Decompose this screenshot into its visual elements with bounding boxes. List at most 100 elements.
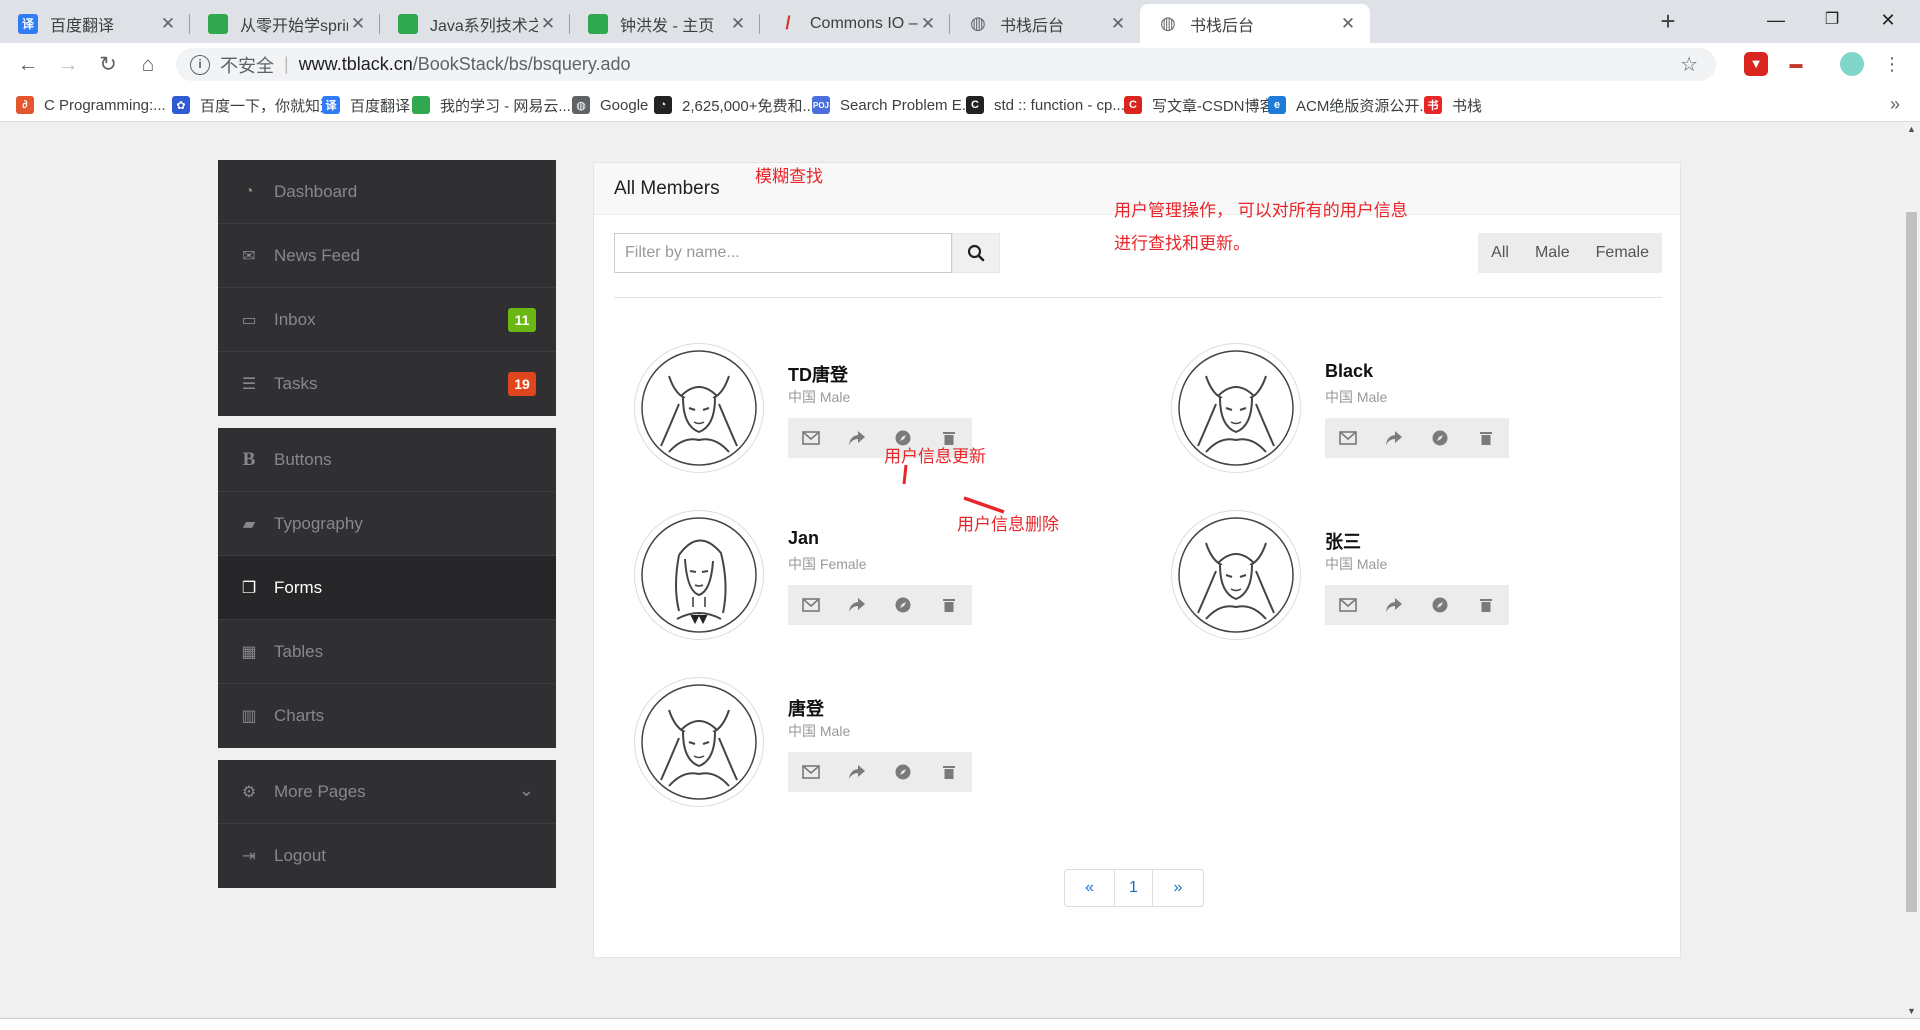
email-button[interactable] [788, 752, 834, 792]
home-icon[interactable]: ⌂ [132, 49, 164, 81]
share-button[interactable] [834, 752, 880, 792]
member-name[interactable]: 张三 [1325, 528, 1361, 554]
share-button[interactable] [1371, 418, 1417, 458]
browser-tab[interactable]: 钟洪发 - 主页 ✕ [570, 4, 760, 43]
page-1-button[interactable]: 1 [1115, 870, 1153, 906]
browser-tab[interactable]: Java系列技术之JavaWeb✕ [380, 4, 570, 43]
email-button[interactable] [788, 418, 834, 458]
bookmark-star-icon[interactable]: ☆ [1680, 52, 1698, 77]
scroll-down-icon[interactable]: ▼ [1903, 1006, 1920, 1016]
bookmark-item[interactable]: ✿ 百度一下，你就知道 [172, 94, 335, 116]
bookmark-item[interactable]: ◔ 2,625,000+免费和... [654, 94, 815, 116]
prev-page-button[interactable]: « [1065, 870, 1115, 906]
tank-extension-icon[interactable]: ▬ [1784, 52, 1808, 76]
close-window-button[interactable]: ✕ [1864, 0, 1912, 40]
sidebar-item-logout[interactable]: ⇥ Logout [218, 824, 556, 888]
delete-button[interactable] [1463, 418, 1509, 458]
reload-icon[interactable]: ↻ [92, 49, 124, 81]
delete-button[interactable] [926, 585, 972, 625]
update-button[interactable] [880, 752, 926, 792]
copy-icon: ❐ [241, 579, 257, 597]
sidebar-item-forms[interactable]: ❐ Forms [218, 556, 556, 620]
email-button[interactable] [788, 585, 834, 625]
bookmark-item[interactable]: C 写文章-CSDN博客 [1124, 94, 1275, 116]
bookmark-item[interactable]: POJ Search Problem E... [812, 94, 974, 116]
info-icon[interactable]: i [190, 54, 210, 75]
member-actions [788, 585, 972, 625]
close-tab-icon[interactable]: ✕ [918, 14, 938, 34]
avatar[interactable] [634, 677, 764, 807]
filter-female-button[interactable]: Female [1583, 233, 1662, 273]
horizontal-scrollbar[interactable] [0, 1018, 1920, 1030]
avatar[interactable] [1171, 510, 1301, 640]
bookmark-item[interactable]: 书书栈 [1424, 94, 1482, 116]
menu-icon[interactable]: ⋮ [1880, 52, 1904, 76]
bookmark-item[interactable]: Cstd :: function - cp... [966, 94, 1125, 116]
scroll-up-icon[interactable]: ▲ [1903, 124, 1920, 134]
member-name[interactable]: Black [1325, 361, 1373, 382]
forward-icon[interactable]: → [52, 49, 84, 81]
browser-tab[interactable]: ◍ 书栈后台 ✕ [1140, 4, 1370, 43]
browser-tab[interactable]: 译百度翻译 ✕ [0, 4, 190, 43]
bookmarks-overflow-icon[interactable]: » [1890, 94, 1900, 115]
sidebar-item-tables[interactable]: ▦ Tables [218, 620, 556, 684]
share-button[interactable] [1371, 585, 1417, 625]
browser-tab[interactable]: / Commons IO – Download✕ [760, 4, 950, 43]
email-button[interactable] [1325, 585, 1371, 625]
close-tab-icon[interactable]: ✕ [1338, 14, 1358, 34]
update-button[interactable] [880, 585, 926, 625]
bookmark-item[interactable]: e ACM绝版资源公开... [1268, 94, 1432, 116]
sidebar-item-dashboard[interactable]: ◔ Dashboard [218, 160, 556, 224]
new-tab-button[interactable]: + [1652, 4, 1684, 38]
scroll-thumb[interactable] [1906, 212, 1917, 912]
bookmark-label: Google [600, 96, 649, 114]
pocket-extension-icon[interactable]: ▼ [1744, 52, 1768, 76]
email-button[interactable] [1325, 418, 1371, 458]
browser-tab[interactable]: ◍ 书栈后台 ✕ [950, 4, 1140, 43]
member-country: 中国 [788, 723, 816, 739]
bookmark-item[interactable]: 译百度翻译 [322, 94, 410, 116]
sidebar-item-label: Forms [274, 577, 323, 597]
sidebar-item-buttons[interactable]: B Buttons [218, 428, 556, 492]
close-tab-icon[interactable]: ✕ [1108, 14, 1128, 34]
sidebar-item-news-feed[interactable]: ✉ News Feed [218, 224, 556, 288]
avatar[interactable] [634, 510, 764, 640]
thor-avatar-icon [641, 350, 757, 466]
delete-button[interactable] [926, 752, 972, 792]
update-button[interactable] [1417, 418, 1463, 458]
address-bar[interactable]: i 不安全 | www.tblack.cn /BookStack/bs/bsqu… [176, 48, 1716, 81]
search-button[interactable] [952, 233, 1000, 273]
sidebar-item-tasks[interactable]: ☰ Tasks 19 [218, 352, 556, 416]
profile-avatar[interactable] [1840, 52, 1864, 76]
filter-all-button[interactable]: All [1478, 233, 1522, 273]
browser-tab[interactable]: 从零开始学spring boot✕ [190, 4, 380, 43]
close-tab-icon[interactable]: ✕ [348, 14, 368, 34]
close-tab-icon[interactable]: ✕ [728, 14, 748, 34]
member-name[interactable]: 唐登 [788, 695, 824, 721]
close-tab-icon[interactable]: ✕ [158, 14, 178, 34]
bookmark-item[interactable]: ◍ Google [572, 94, 648, 116]
update-button[interactable] [1417, 585, 1463, 625]
search-input[interactable] [614, 233, 952, 273]
member-name[interactable]: TD唐登 [788, 361, 848, 387]
delete-button[interactable] [1463, 585, 1509, 625]
next-page-button[interactable]: » [1153, 870, 1203, 906]
sidebar-item-charts[interactable]: ▥ Charts [218, 684, 556, 748]
share-button[interactable] [834, 585, 880, 625]
bookmark-item[interactable]: 我的学习 - 网易云... [412, 94, 571, 116]
sidebar-item-inbox[interactable]: ▭ Inbox 11 [218, 288, 556, 352]
member-name[interactable]: Jan [788, 528, 819, 549]
avatar[interactable] [1171, 343, 1301, 473]
minimize-button[interactable]: — [1752, 0, 1800, 40]
close-tab-icon[interactable]: ✕ [538, 14, 558, 34]
vertical-scrollbar[interactable]: ▲ ▼ [1903, 122, 1920, 1018]
filter-male-button[interactable]: Male [1522, 233, 1583, 273]
avatar[interactable] [634, 343, 764, 473]
chevron-down-icon[interactable]: ⌄ [519, 780, 534, 801]
restore-button[interactable]: ❐ [1808, 0, 1856, 40]
back-icon[interactable]: ← [12, 49, 44, 81]
bookmark-item[interactable]: ∂ C Programming:... [16, 94, 166, 116]
sidebar-item-typography[interactable]: ▰ Typography [218, 492, 556, 556]
share-button[interactable] [834, 418, 880, 458]
sidebar-item-more-pages[interactable]: ⚙ More Pages ⌄ [218, 760, 556, 824]
